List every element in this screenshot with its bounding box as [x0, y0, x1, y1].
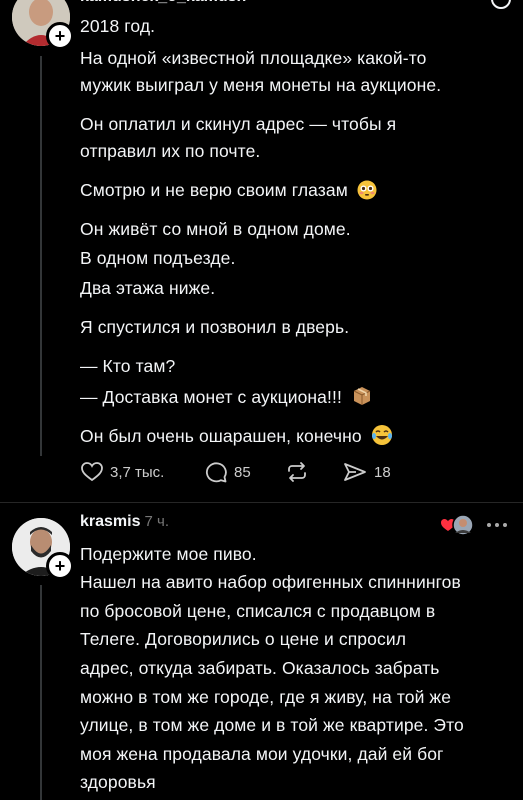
repost-button[interactable] [285, 460, 309, 484]
post-1-username[interactable]: kamushek_o_kamush [80, 0, 246, 6]
more-icon[interactable] [486, 521, 508, 529]
post-2-line: Подержите мое пиво. [80, 544, 257, 564]
post-1-line: — Кто там? [80, 356, 176, 376]
post-1-line: На одной «известной площадке» какой-то [80, 48, 427, 68]
laughing-tears-emoji-icon [371, 425, 392, 445]
comment-icon [205, 462, 227, 483]
username-text[interactable]: krasmis [80, 513, 141, 530]
post-2-line: моя жена продавала мои удочки, дай ей бо… [80, 744, 444, 764]
post-2-line: Телеге. Договорились о цене и спросил [80, 629, 407, 649]
thread-line [40, 56, 42, 456]
follow-plus-icon[interactable]: + [46, 552, 74, 580]
liked-by-icon [441, 514, 474, 536]
comment-count: 85 [234, 463, 251, 481]
post-2-username[interactable]: krasmis 7 ч. [80, 513, 169, 531]
repost-icon [288, 462, 306, 482]
post-2-line: Нашел на авито набор офигенных спиннинго… [80, 572, 461, 592]
post-1-line: 2018 год. [80, 16, 156, 36]
comment-button[interactable]: 85 [204, 460, 251, 484]
post-1-line: отправил их по почте. [80, 141, 261, 161]
thread-line [40, 585, 42, 800]
post-2-line: улице, в том же доме и в той же квартире… [80, 715, 464, 735]
like-button[interactable]: 3,7 тыс. [80, 460, 164, 484]
post-1-line: Два этажа ниже. [80, 278, 216, 298]
follow-plus-icon[interactable]: + [46, 22, 74, 50]
heart-icon [81, 462, 103, 482]
post-1-line-with-emoji: Смотрю и не верю своим глазам [80, 179, 377, 201]
share-count: 18 [374, 463, 391, 481]
post-1-line: мужик выиграл у меня монеты на аукционе. [80, 75, 442, 95]
like-count: 3,7 тыс. [110, 463, 165, 481]
post-1-line: Он был очень ошарашен, конечно [80, 426, 362, 446]
more-icon[interactable] [490, 0, 512, 10]
post-time: 7 ч. [144, 513, 170, 530]
post-2-avatar-wrap[interactable]: + [12, 518, 74, 580]
post-1-avatar-wrap[interactable]: + [12, 0, 74, 50]
post-1-line-with-emoji: — Доставка монет с аукциона!!! [80, 385, 373, 408]
post-1-line: Я спустился и позвонил в дверь. [80, 317, 350, 337]
post-1-line: Он живёт со мной в одном доме. [80, 219, 351, 239]
liked-by-indicator[interactable] [440, 514, 476, 536]
post-2-line: здоровья [80, 772, 156, 792]
post-1-line: — Доставка монет с аукциона!!! [80, 387, 342, 407]
flushed-face-emoji-icon [357, 180, 377, 200]
share-button[interactable]: 18 [342, 460, 391, 484]
post-1-line: В одном подъезде. [80, 248, 236, 268]
package-emoji-icon [353, 387, 371, 405]
post-2-line: по бросовой цене, списался с продавцом в [80, 601, 436, 621]
post-2-line: адрес, откуда забирать. Оказалось забрат… [80, 658, 440, 678]
post-2: + krasmis 7 ч. Подержите мое пиво. Нашел … [0, 503, 523, 800]
post-1-line-with-emoji: Он был очень ошарашен, конечно [80, 424, 393, 447]
post-1-line: Он оплатил и скинул адрес — чтобы я [80, 114, 397, 134]
post-2-line: можно в том же городе, где я живу, на то… [80, 687, 452, 707]
post-1-actions: 3,7 тыс. 85 18 [80, 460, 480, 490]
post-1: + kamushek_o_kamush 2018 год. На одной «… [0, 0, 523, 503]
share-icon [344, 463, 366, 481]
post-1-line: Смотрю и не верю своим глазам [80, 180, 348, 200]
